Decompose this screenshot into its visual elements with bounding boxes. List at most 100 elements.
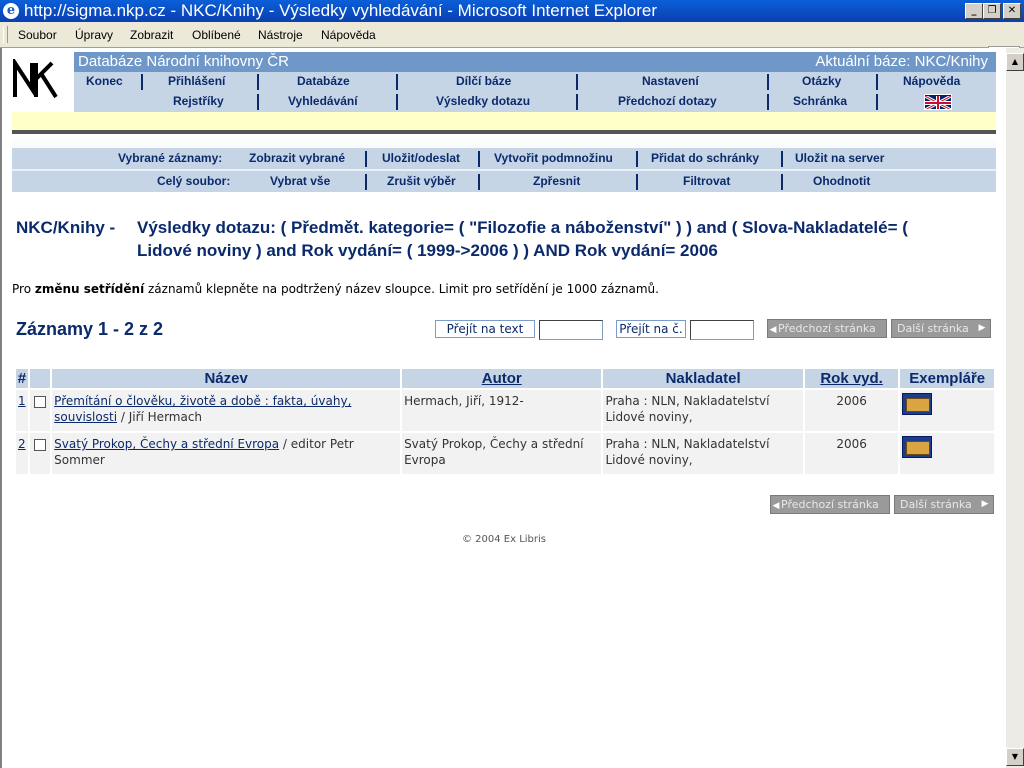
nav-vyhledavani[interactable]: Vyhledávání: [288, 94, 358, 108]
col-year-header: Rok vyd.: [804, 369, 899, 388]
title-cell: Svatý Prokop, Čechy a střední Evropa / e…: [52, 433, 401, 474]
nav-dilci-baze[interactable]: Dílčí báze: [456, 74, 511, 88]
nav-separator: [781, 174, 783, 190]
create-subset-link[interactable]: Vytvořit podmnožinu: [494, 151, 613, 165]
info-bar: [12, 112, 996, 131]
vertical-scrollbar[interactable]: ▲ ▼: [1006, 48, 1024, 768]
prev-page-label: Předchozí stránka: [781, 498, 879, 511]
nav-nastaveni[interactable]: Nastavení: [642, 74, 699, 88]
nav-rejstriky[interactable]: Rejstříky: [173, 94, 224, 108]
nav-databaze[interactable]: Databáze: [297, 74, 350, 88]
save-send-link[interactable]: Uložit/odeslat: [382, 151, 460, 165]
nav-otazky[interactable]: Otázky: [802, 74, 841, 88]
nav-predchozi-dotazy[interactable]: Předchozí dotazy: [618, 94, 717, 108]
uk-flag-icon[interactable]: [924, 94, 952, 110]
nav-separator: [478, 174, 480, 190]
prev-page-button-bottom[interactable]: ◀ Předchozí stránka: [770, 495, 890, 514]
nav-napoveda[interactable]: Nápověda: [903, 74, 960, 88]
close-button[interactable]: ✕: [1003, 3, 1021, 19]
jump-to-number-button[interactable]: Přejít na č.: [616, 320, 686, 338]
jump-to-text-button[interactable]: Přejít na text: [435, 320, 535, 338]
menu-nastroje[interactable]: Nástroje: [258, 28, 303, 42]
show-selected-link[interactable]: Zobrazit vybrané: [249, 151, 345, 165]
whole-file-row: Celý soubor: Vybrat vše Zrušit výběr Zpř…: [12, 171, 996, 192]
current-database: Aktuální báze: NKC/Knihy: [815, 53, 988, 70]
select-all-link[interactable]: Vybrat vše: [270, 174, 330, 188]
prev-page-label: Předchozí stránka: [778, 322, 876, 335]
holdings-icon[interactable]: [902, 393, 933, 415]
nav-row-1: Konec Přihlášení Databáze Dílčí báze Nas…: [74, 72, 996, 92]
arrow-left-icon: ◀: [769, 325, 777, 335]
nav-prihlaseni[interactable]: Přihlášení: [168, 74, 225, 88]
minimize-button[interactable]: _: [965, 3, 983, 19]
nav-separator: [636, 151, 638, 167]
jump-to-number-input[interactable]: [690, 320, 754, 340]
filter-link[interactable]: Filtrovat: [683, 174, 730, 188]
nav-separator: [365, 174, 367, 190]
row-number-link[interactable]: 1: [18, 394, 26, 408]
deselect-link[interactable]: Zrušit výběr: [387, 174, 456, 188]
author-cell: Svatý Prokop, Čechy a střední Evropa: [402, 433, 602, 474]
next-page-button-top[interactable]: Další stránka ▶: [891, 319, 991, 338]
menu-zobrazit[interactable]: Zobrazit: [130, 28, 173, 42]
sort-note: Pro změnu setřídění záznamů klepněte na …: [12, 282, 659, 296]
title-link[interactable]: Přemítání o člověku, životě a době : fak…: [54, 394, 351, 424]
nav-vysledky-dotazu[interactable]: Výsledky dotazu: [436, 94, 530, 108]
title-link[interactable]: Svatý Prokop, Čechy a střední Evropa: [54, 437, 279, 451]
nav-separator: [478, 151, 480, 167]
nav-konec[interactable]: Konec: [86, 74, 123, 88]
sort-note-bold: změnu setřídění: [34, 282, 145, 296]
nav-separator: [767, 74, 769, 90]
row-number-cell: 2: [16, 433, 28, 474]
col-title: Název: [52, 369, 401, 388]
refine-link[interactable]: Zpřesnit: [533, 174, 580, 188]
publisher-cell: Praha : NLN, Nakladatelství Lidové novin…: [603, 390, 803, 431]
window-title: http://sigma.nkp.cz - NKC/Knihy - Výsled…: [24, 1, 658, 20]
copies-cell: [900, 433, 994, 474]
menu-soubor[interactable]: Soubor: [18, 28, 57, 42]
nav-schranka[interactable]: Schránka: [793, 94, 847, 108]
menu-oblibene[interactable]: Oblíbené: [192, 28, 241, 42]
nav-separator: [781, 151, 783, 167]
nav-separator: [767, 94, 769, 110]
nav-separator: [576, 94, 578, 110]
year-cell: 2006: [804, 390, 899, 431]
row-number-link[interactable]: 2: [18, 437, 26, 451]
nav-separator: [396, 74, 398, 90]
divider: [12, 130, 996, 134]
database-header: Databáze Národní knihovny ČR Aktuální bá…: [74, 52, 996, 72]
next-page-button-bottom[interactable]: Další stránka ▶: [894, 495, 994, 514]
nav-separator: [396, 94, 398, 110]
jump-to-text-input[interactable]: [539, 320, 603, 340]
restore-button[interactable]: ❐: [983, 3, 1001, 19]
sort-author-link[interactable]: Autor: [482, 370, 522, 387]
scroll-down-icon[interactable]: ▼: [1006, 748, 1024, 766]
title-responsibility: / Jiří Hermach: [117, 410, 203, 424]
col-author-header: Autor: [402, 369, 602, 388]
menu-bar: Soubor Úpravy Zobrazit Oblíbené Nástroje…: [0, 22, 1024, 70]
arrow-right-icon: ▶: [981, 499, 989, 509]
next-page-label: Další stránka: [897, 322, 969, 335]
row-checkbox[interactable]: [34, 439, 46, 451]
row-checkbox[interactable]: [34, 396, 46, 408]
col-copies: Exempláře: [900, 369, 994, 388]
ie-icon: e: [3, 3, 19, 19]
selected-records-row: Vybrané záznamy: Zobrazit vybrané Uložit…: [12, 148, 996, 169]
add-to-clipboard-link[interactable]: Přidat do schránky: [651, 151, 759, 165]
rank-link[interactable]: Ohodnotit: [813, 174, 870, 188]
nav-separator: [636, 174, 638, 190]
menu-napoveda[interactable]: Nápověda: [321, 28, 376, 42]
col-publisher: Nakladatel: [603, 369, 803, 388]
prev-page-button-top[interactable]: ◀ Předchozí stránka: [767, 319, 887, 338]
row-select-cell: [29, 390, 51, 431]
col-number: #: [16, 369, 28, 388]
nav-separator: [257, 94, 259, 110]
copies-cell: [900, 390, 994, 431]
scroll-up-icon[interactable]: ▲: [1006, 53, 1024, 71]
table-row: 2 Svatý Prokop, Čechy a střední Evropa /…: [16, 433, 994, 474]
sort-year-link[interactable]: Rok vyd.: [820, 370, 883, 387]
menu-upravy[interactable]: Úpravy: [75, 28, 113, 42]
author-cell: Hermach, Jiří, 1912-: [402, 390, 602, 431]
holdings-icon[interactable]: [902, 436, 933, 458]
save-to-server-link[interactable]: Uložit na server: [795, 151, 884, 165]
